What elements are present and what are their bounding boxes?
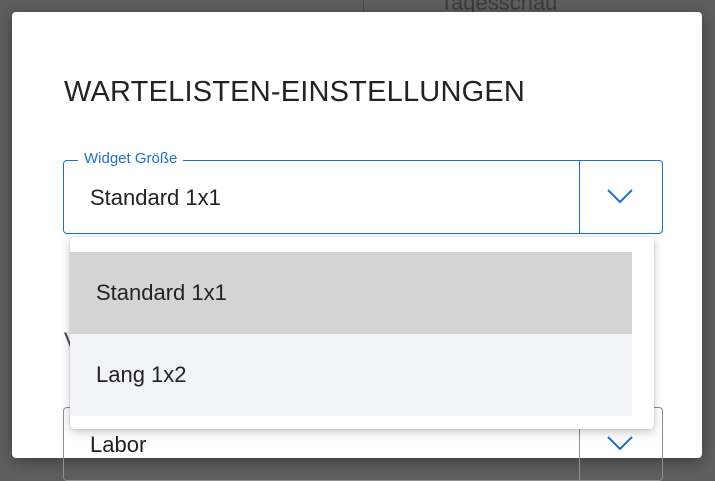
widget-size-select[interactable]: Widget Größe Standard 1x1 xyxy=(63,150,663,234)
option-lang-1x2[interactable]: Lang 1x2 xyxy=(70,334,632,416)
chevron-down-icon[interactable] xyxy=(606,187,634,205)
chevron-down-icon[interactable] xyxy=(606,434,634,452)
second-select-value: Labor xyxy=(90,432,147,457)
option-standard-1x1[interactable]: Standard 1x1 xyxy=(70,252,632,334)
dialog-title: WARTELISTEN-EINSTELLUNGEN xyxy=(64,76,526,108)
widget-size-value: Standard 1x1 xyxy=(90,185,221,210)
widget-size-dropdown: Standard 1x1 Lang 1x2 xyxy=(70,237,654,429)
select-divider xyxy=(578,161,580,233)
widget-size-label: Widget Größe xyxy=(78,150,184,167)
waitlist-settings-dialog: WARTELISTEN-EINSTELLUNGEN Widget Größe S… xyxy=(12,12,702,481)
background-divider xyxy=(363,0,364,12)
